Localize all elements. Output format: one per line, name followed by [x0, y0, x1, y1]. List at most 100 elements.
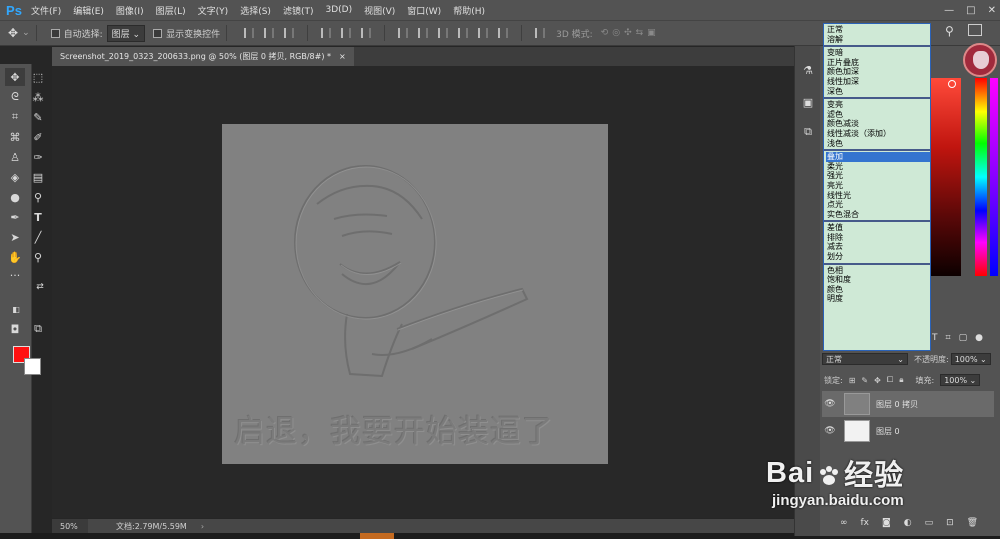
- menu-type[interactable]: 文字(Y): [192, 4, 235, 17]
- path-select-icon[interactable]: ➤: [5, 228, 25, 246]
- show-transform-checkbox[interactable]: [153, 28, 163, 38]
- lock-transparent-icon[interactable]: ⊞: [849, 376, 856, 385]
- blend-color-burn[interactable]: 颜色加深: [826, 67, 930, 77]
- menu-help[interactable]: 帮助(H): [447, 4, 491, 17]
- clone-stamp-icon[interactable]: ♙: [5, 148, 25, 166]
- align-vcenter-icon[interactable]: [264, 28, 275, 38]
- color-picker-cursor[interactable]: [948, 80, 956, 88]
- line-tool-icon[interactable]: ╱: [28, 228, 48, 246]
- lock-artboard-icon[interactable]: ⧠: [887, 375, 893, 385]
- maximize-button[interactable]: □: [966, 5, 975, 16]
- color-picker-field[interactable]: [931, 78, 961, 276]
- menu-edit[interactable]: 编辑(E): [67, 4, 110, 17]
- history-panel-icon[interactable]: ⚗: [800, 62, 816, 78]
- blend-color-dodge[interactable]: 颜色减淡: [826, 119, 930, 129]
- blend-linear-burn[interactable]: 线性加深: [826, 77, 930, 87]
- folder-icon[interactable]: ▭: [925, 518, 934, 528]
- menu-window[interactable]: 窗口(W): [401, 4, 447, 17]
- more-tools-icon[interactable]: ···: [5, 266, 25, 284]
- close-button[interactable]: ✕: [988, 5, 996, 16]
- blend-divide[interactable]: 划分: [826, 252, 930, 262]
- blend-screen[interactable]: 滤色: [826, 110, 930, 120]
- chevron-down-icon[interactable]: ⌄: [22, 28, 30, 38]
- status-menu-arrow[interactable]: ›: [201, 522, 204, 531]
- document-tab[interactable]: Screenshot_2019_0323_200633.png @ 50% (图…: [52, 47, 354, 66]
- distribute-bottom-icon[interactable]: [438, 28, 449, 38]
- fill-input[interactable]: 100% ⌄: [940, 374, 981, 386]
- blend-soft-light[interactable]: 柔光: [826, 162, 930, 172]
- dodge-tool-icon[interactable]: ⚲: [28, 188, 48, 206]
- distribute-right-icon[interactable]: [498, 28, 509, 38]
- eyedropper-icon[interactable]: ✎: [28, 108, 48, 126]
- zoom-tool-icon[interactable]: ⚲: [28, 248, 48, 266]
- lock-position-icon[interactable]: ✥: [874, 376, 881, 385]
- healing-brush-icon[interactable]: ⌘: [5, 128, 25, 146]
- menu-image[interactable]: 图像(I): [110, 4, 150, 17]
- adjustment-icon[interactable]: ◐: [904, 518, 912, 528]
- menu-select[interactable]: 选择(S): [234, 4, 277, 17]
- move-tool-icon[interactable]: ✥: [5, 68, 25, 86]
- blend-luminosity[interactable]: 明度: [826, 294, 930, 304]
- trash-icon[interactable]: 🗑︎: [967, 518, 978, 528]
- new-layer-icon[interactable]: ⊡: [946, 518, 954, 528]
- 3d-pan-icon[interactable]: ✣: [624, 28, 632, 38]
- layer-name[interactable]: 图层 0: [876, 426, 900, 437]
- menu-layer[interactable]: 图层(L): [150, 4, 192, 17]
- visibility-eye-icon[interactable]: 👁︎: [822, 426, 838, 436]
- blend-darken[interactable]: 变暗: [826, 48, 930, 58]
- gradient-tool-icon[interactable]: ▤: [28, 168, 48, 186]
- workspace-layout-icon[interactable]: [968, 24, 982, 36]
- layer-row-0-copy[interactable]: 👁︎ 图层 0 拷贝: [822, 391, 994, 417]
- magic-wand-icon[interactable]: ⁂: [28, 88, 48, 106]
- blend-lighten[interactable]: 变亮: [826, 100, 930, 110]
- blend-hard-light[interactable]: 强光: [826, 171, 930, 181]
- blend-subtract[interactable]: 减去: [826, 242, 930, 252]
- blend-hard-mix[interactable]: 实色混合: [826, 210, 930, 220]
- menu-file[interactable]: 文件(F): [25, 4, 67, 17]
- menu-3d[interactable]: 3D(D): [319, 5, 358, 15]
- blend-linear-light[interactable]: 线性光: [826, 191, 930, 201]
- distribute-left-icon[interactable]: [458, 28, 469, 38]
- fx-icon[interactable]: fx: [861, 518, 870, 528]
- properties-panel-icon[interactable]: ▣: [800, 94, 816, 110]
- blend-difference[interactable]: 差值: [826, 223, 930, 233]
- document-image[interactable]: 启退，我要开始装逼了: [222, 124, 608, 464]
- link-icon[interactable]: ∞: [840, 518, 848, 528]
- 3d-slide-icon[interactable]: ⇆: [636, 28, 644, 38]
- blend-hue[interactable]: 色相: [826, 266, 930, 276]
- adjustments-panel-icon[interactable]: ⧉: [800, 124, 816, 140]
- quick-mask-icon[interactable]: ◘: [5, 320, 25, 338]
- align-hcenter-icon[interactable]: [341, 28, 352, 38]
- distribute-top-icon[interactable]: [398, 28, 409, 38]
- blend-linear-dodge[interactable]: 线性减淡（添加）: [826, 129, 930, 139]
- align-left-icon[interactable]: [321, 28, 332, 38]
- mask-icon[interactable]: ◙: [882, 518, 891, 528]
- menu-view[interactable]: 视图(V): [358, 4, 401, 17]
- layer-row-0[interactable]: 👁︎ 图层 0: [822, 418, 994, 444]
- menu-filter[interactable]: 滤镜(T): [277, 4, 320, 17]
- background-color-swatch[interactable]: [24, 358, 41, 375]
- lock-all-icon[interactable]: 🔒︎: [899, 375, 903, 385]
- lasso-tool-icon[interactable]: ᘓ: [5, 88, 25, 106]
- swatches-strip[interactable]: [990, 78, 998, 276]
- hand-tool-icon[interactable]: ✋: [5, 248, 25, 266]
- smart-object-filter-icon[interactable]: ▢: [959, 333, 968, 343]
- avatar[interactable]: [963, 43, 997, 77]
- minimize-button[interactable]: —: [944, 5, 954, 16]
- auto-select-dropdown[interactable]: 图层 ⌄: [106, 24, 146, 42]
- align-top-icon[interactable]: [244, 28, 255, 38]
- hue-slider[interactable]: [975, 78, 987, 276]
- blur-tool-icon[interactable]: ●: [5, 188, 25, 206]
- distribute-vcenter-icon[interactable]: [418, 28, 429, 38]
- 3d-scale-icon[interactable]: ▣: [647, 28, 656, 38]
- filter-toggle-icon[interactable]: ●: [975, 333, 983, 343]
- blend-overlay[interactable]: 叠加: [826, 152, 930, 162]
- blend-color[interactable]: 颜色: [826, 285, 930, 295]
- eraser-icon[interactable]: ◈: [5, 168, 25, 186]
- align-right-icon[interactable]: [361, 28, 372, 38]
- swap-colors-icon[interactable]: ⇄: [30, 278, 50, 296]
- 3d-roll-icon[interactable]: ◎: [612, 28, 620, 38]
- blend-normal[interactable]: 正常: [826, 25, 930, 35]
- distribute-hcenter-icon[interactable]: [478, 28, 489, 38]
- zoom-level[interactable]: 50%: [52, 519, 88, 533]
